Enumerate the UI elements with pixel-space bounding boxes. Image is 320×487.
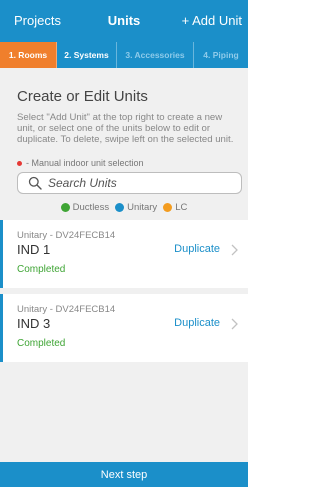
unit-list-item[interactable]: Unitary - DV24FECB14 IND 1 Completed Dup… (0, 220, 248, 288)
duplicate-button[interactable]: Duplicate (174, 243, 220, 255)
manual-selection-note: - Manual indoor unit selection (17, 158, 144, 168)
tab-systems[interactable]: 2. Systems (57, 42, 117, 68)
unit-status: Completed (17, 264, 66, 275)
search-placeholder: Search Units (48, 176, 117, 190)
ductless-dot-icon (60, 203, 70, 212)
unit-name: IND 3 (17, 316, 51, 331)
next-step-button[interactable]: Next step (0, 462, 248, 487)
legend-lc-label: LC (175, 202, 188, 213)
duplicate-button[interactable]: Duplicate (174, 317, 220, 329)
unit-model: Unitary - DV24FECB14 (17, 304, 116, 315)
search-icon (28, 176, 42, 190)
chevron-right-icon[interactable] (230, 244, 238, 256)
manual-note-text: - Manual indoor unit selection (26, 158, 144, 168)
instructions-text: Select "Add Unit" at the top right to cr… (17, 112, 234, 146)
unit-status: Completed (17, 338, 66, 349)
section-title: Create or Edit Units (17, 88, 148, 105)
top-nav-bar: Projects Units + Add Unit (0, 0, 248, 42)
legend-unitary: Unitary (115, 202, 157, 213)
legend-ductless: Ductless (60, 202, 110, 213)
legend-lc: LC (163, 202, 187, 213)
legend-unitary-label: Unitary (127, 202, 158, 213)
unit-list-item[interactable]: Unitary - DV24FECB14 IND 3 Completed Dup… (0, 294, 248, 362)
search-input[interactable]: Search Units (17, 172, 242, 194)
projects-back-link[interactable]: Projects (14, 13, 61, 28)
unitary-dot-icon (115, 203, 125, 212)
tab-accessories[interactable]: 3. Accessories (117, 42, 194, 68)
add-unit-button[interactable]: + Add Unit (182, 13, 242, 28)
lc-dot-icon (163, 203, 173, 212)
unit-model: Unitary - DV24FECB14 (17, 230, 116, 241)
unit-type-legend: Ductless Unitary LC (0, 202, 248, 213)
red-dot-icon (17, 160, 22, 166)
tab-piping[interactable]: 4. Piping (194, 42, 248, 68)
tab-rooms[interactable]: 1. Rooms (0, 42, 57, 68)
legend-ductless-label: Ductless (72, 202, 110, 213)
units-content: Create or Edit Units Select "Add Unit" a… (0, 68, 248, 462)
unit-name: IND 1 (17, 242, 51, 257)
chevron-right-icon[interactable] (230, 318, 238, 330)
step-tabs: 1. Rooms 2. Systems 3. Accessories 4. Pi… (0, 42, 248, 68)
